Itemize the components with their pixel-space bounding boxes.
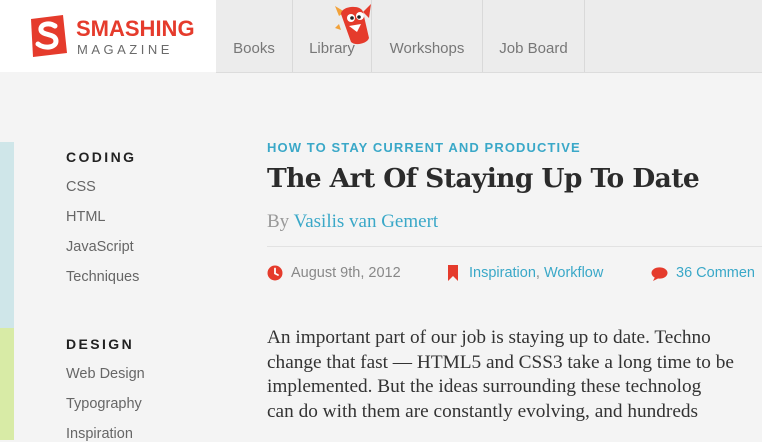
article-date: August 9th, 2012: [291, 265, 401, 281]
author-link[interactable]: Vasilis van Gemert: [294, 211, 439, 232]
logo[interactable]: SMASHING MAGAZINE: [0, 0, 216, 72]
sidebar-link-web-design[interactable]: Web Design: [66, 366, 145, 382]
article-body: An important part of our job is staying …: [267, 326, 762, 424]
byline-prefix: By: [267, 211, 290, 232]
category-separator: ,: [535, 265, 540, 281]
paragraph-line: implemented. But the ideas surrounding t…: [267, 376, 702, 397]
sidebar-link-javascript[interactable]: JavaScript: [66, 239, 134, 255]
paragraph-line: An important part of our job is staying …: [267, 327, 711, 348]
sidebar-link-css[interactable]: CSS: [66, 179, 96, 195]
article-byline: By Vasilis van Gemert: [267, 211, 438, 233]
article-categories: Inspiration, Workflow: [469, 265, 603, 281]
article-title: The Art Of Staying Up To Date: [267, 163, 700, 194]
divider: [267, 246, 762, 247]
nav-job-board[interactable]: Job Board: [483, 0, 585, 72]
sidebar-heading-coding: CODING: [66, 149, 137, 165]
smashing-cat-mascot-icon: [335, 4, 371, 45]
speech-bubble-icon: [651, 267, 668, 281]
sidebar-link-html[interactable]: HTML: [66, 209, 105, 225]
logo-wordmark: SMASHING: [76, 16, 195, 41]
nav-workshops[interactable]: Workshops: [372, 0, 483, 72]
comments-link[interactable]: 36 Commen: [676, 265, 755, 281]
logo-subtitle: MAGAZINE: [77, 42, 173, 57]
sidebar-heading-design: DESIGN: [66, 336, 135, 352]
category-link-workflow[interactable]: Workflow: [544, 265, 603, 281]
category-link-inspiration[interactable]: Inspiration: [469, 265, 536, 281]
smashing-s-logo-icon: [31, 15, 67, 57]
article-kicker: HOW TO STAY CURRENT AND PRODUCTIVE: [267, 140, 581, 155]
clock-icon: [267, 265, 283, 281]
sidebar-link-techniques[interactable]: Techniques: [66, 269, 139, 285]
nav-books[interactable]: Books: [216, 0, 293, 72]
paragraph-line: change that fast — HTML5 and CSS3 take a…: [267, 351, 734, 373]
sidebar-link-typography[interactable]: Typography: [66, 396, 142, 412]
sidebar-rail-design: [0, 328, 14, 440]
paragraph-line: can do with them are constantly evolving…: [267, 400, 699, 422]
top-nav: Books Library Workshops Job Board: [216, 0, 762, 73]
bookmark-icon: [448, 265, 458, 281]
sidebar-rail-coding: [0, 142, 14, 328]
